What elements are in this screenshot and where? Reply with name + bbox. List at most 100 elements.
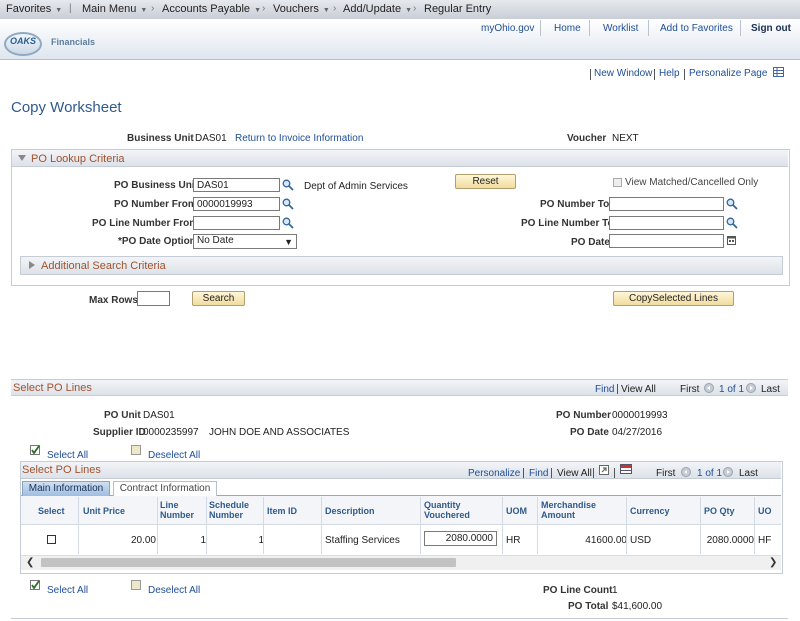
column-header-unit-price[interactable]: Unit Price xyxy=(83,506,125,516)
page-title: Copy Worksheet xyxy=(11,99,122,116)
next-icon[interactable] xyxy=(746,383,756,393)
po-number-from-input[interactable] xyxy=(193,197,280,211)
header-divider xyxy=(740,20,741,36)
reset-button[interactable]: Reset xyxy=(455,174,516,189)
po-date-input[interactable] xyxy=(609,234,724,248)
home-link[interactable]: Home xyxy=(554,23,581,34)
column-header-item-id[interactable]: Item ID xyxy=(267,506,297,516)
personalize-page-link[interactable]: Personalize Page xyxy=(689,68,767,79)
search-icon[interactable] xyxy=(282,179,294,191)
search-icon[interactable] xyxy=(726,198,738,210)
search-button[interactable]: Search xyxy=(192,291,245,306)
deselect-all-link[interactable]: Deselect All xyxy=(148,450,200,461)
view-all-link[interactable]: View All xyxy=(621,384,656,395)
breadcrumb-add-update[interactable]: Add/Update ▼ xyxy=(343,3,412,15)
business-unit-value: DAS01 xyxy=(195,133,227,144)
column-header-line-number[interactable]: Line Number xyxy=(160,500,194,520)
footer-select-all-link[interactable]: Select All xyxy=(47,585,88,596)
po-line-to-input[interactable] xyxy=(609,216,724,230)
column-header-currency[interactable]: Currency xyxy=(630,506,670,516)
column-header-merchandise-amount[interactable]: Merchandise Amount xyxy=(541,500,596,520)
deselect-all-icon[interactable] xyxy=(131,445,141,455)
chevron-down-icon: ▼ xyxy=(55,7,63,14)
link-divider xyxy=(590,69,591,80)
scroll-right-icon[interactable]: ❯ xyxy=(769,557,777,568)
po-lookup-title[interactable]: PO Lookup Criteria xyxy=(31,153,125,165)
scrollbar-thumb[interactable] xyxy=(41,558,456,567)
help-link[interactable]: Help xyxy=(659,68,680,79)
grid-next-icon[interactable] xyxy=(723,467,733,477)
breadcrumb-accounts-payable[interactable]: Accounts Payable ▼ xyxy=(162,3,261,15)
quantity-vouchered-input[interactable] xyxy=(424,531,497,546)
new-window-link[interactable]: New Window xyxy=(594,68,652,79)
sign-out-link[interactable]: Sign out xyxy=(751,23,791,34)
column-header-text: Vouchered xyxy=(424,510,470,520)
chevron-down-icon: ▼ xyxy=(140,7,148,14)
po-date-lines-value: 04/27/2016 xyxy=(612,427,663,438)
po-business-unit-input[interactable] xyxy=(193,178,280,192)
scroll-left-icon[interactable]: ❮ xyxy=(26,557,34,568)
footer-deselect-all-link[interactable]: Deselect All xyxy=(148,585,200,596)
expand-triangle-icon[interactable] xyxy=(29,261,35,269)
column-header-select[interactable]: Select xyxy=(38,506,65,516)
add-to-favorites-link[interactable]: Add to Favorites xyxy=(660,23,733,34)
grid-previous-icon[interactable] xyxy=(681,467,691,477)
grid-settings-icon[interactable] xyxy=(773,67,784,77)
grid-last-label: Last xyxy=(739,468,758,479)
po-number-to-input[interactable] xyxy=(609,197,724,211)
po-date-lines-label: PO Date xyxy=(570,427,609,438)
previous-icon[interactable] xyxy=(704,383,714,393)
column-separator xyxy=(537,497,538,554)
column-header-quantity-vouchered[interactable]: Quantity Vouchered xyxy=(424,500,470,520)
myohio-link[interactable]: myOhio.gov xyxy=(481,23,534,34)
view-matched-checkbox[interactable] xyxy=(613,178,622,187)
grid-view-all-link[interactable]: View All xyxy=(557,468,592,479)
po-line-from-input[interactable] xyxy=(193,216,280,230)
breadcrumb-vouchers[interactable]: Vouchers ▼ xyxy=(273,3,330,15)
tab-main-information[interactable]: Main Information xyxy=(22,481,110,496)
worklist-link[interactable]: Worklist xyxy=(603,23,638,34)
breadcrumb-regular-entry[interactable]: Regular Entry xyxy=(424,3,491,15)
copy-selected-lines-button[interactable]: CopySelected Lines xyxy=(613,291,734,306)
select-all-icon[interactable] xyxy=(30,445,41,455)
header-divider xyxy=(589,20,590,36)
grid-personalize-link[interactable]: Personalize xyxy=(468,468,520,479)
po-line-to-label: PO Line Number To xyxy=(521,218,614,229)
column-header-schedule-number[interactable]: Schedule Number xyxy=(209,500,249,520)
column-header-uom[interactable]: UOM xyxy=(506,506,527,516)
top-nav-bar: Favorites ▼ | Main Menu ▼ › Accounts Payab… xyxy=(0,0,800,20)
column-header-po-qty[interactable]: PO Qty xyxy=(704,506,735,516)
po-number-from-label: PO Number From xyxy=(114,199,197,210)
main-menu[interactable]: Main Menu ▼ xyxy=(82,3,147,15)
currency-cell: USD xyxy=(630,535,652,546)
download-icon[interactable] xyxy=(620,464,632,474)
link-divider xyxy=(614,468,615,478)
tab-contract-information[interactable]: Contract Information xyxy=(113,481,217,496)
max-rows-input[interactable] xyxy=(137,291,170,306)
return-to-invoice-link[interactable]: Return to Invoice Information xyxy=(235,133,363,144)
zoom-icon[interactable] xyxy=(599,465,609,475)
collapse-triangle-icon[interactable] xyxy=(18,155,26,161)
find-link[interactable]: Find xyxy=(595,384,614,395)
search-icon[interactable] xyxy=(726,217,738,229)
po-line-from-label: PO Line Number From xyxy=(92,218,199,229)
row-select-checkbox[interactable] xyxy=(47,535,56,544)
grid-find-link[interactable]: Find xyxy=(529,468,548,479)
deselect-all-icon[interactable] xyxy=(131,580,141,590)
favorites-menu[interactable]: Favorites ▼ xyxy=(6,3,62,15)
chevron-right-icon: › xyxy=(262,3,266,14)
select-all-icon[interactable] xyxy=(30,580,41,590)
po-date-option-label: *PO Date Option xyxy=(118,236,196,247)
column-header-text: Schedule xyxy=(209,500,250,510)
column-header-description[interactable]: Description xyxy=(325,506,375,516)
select-all-link[interactable]: Select All xyxy=(47,450,88,461)
column-header-uo[interactable]: UO xyxy=(758,506,772,516)
po-date-option-select[interactable]: No Date ▼ xyxy=(193,234,297,249)
search-icon[interactable] xyxy=(282,198,294,210)
po-lookup-header[interactable] xyxy=(12,150,788,167)
calendar-icon[interactable] xyxy=(727,236,736,245)
chevron-down-icon: ▼ xyxy=(405,7,413,14)
search-icon[interactable] xyxy=(282,217,294,229)
view-matched-label: View Matched/Cancelled Only xyxy=(625,177,759,188)
additional-search-title[interactable]: Additional Search Criteria xyxy=(41,260,166,272)
